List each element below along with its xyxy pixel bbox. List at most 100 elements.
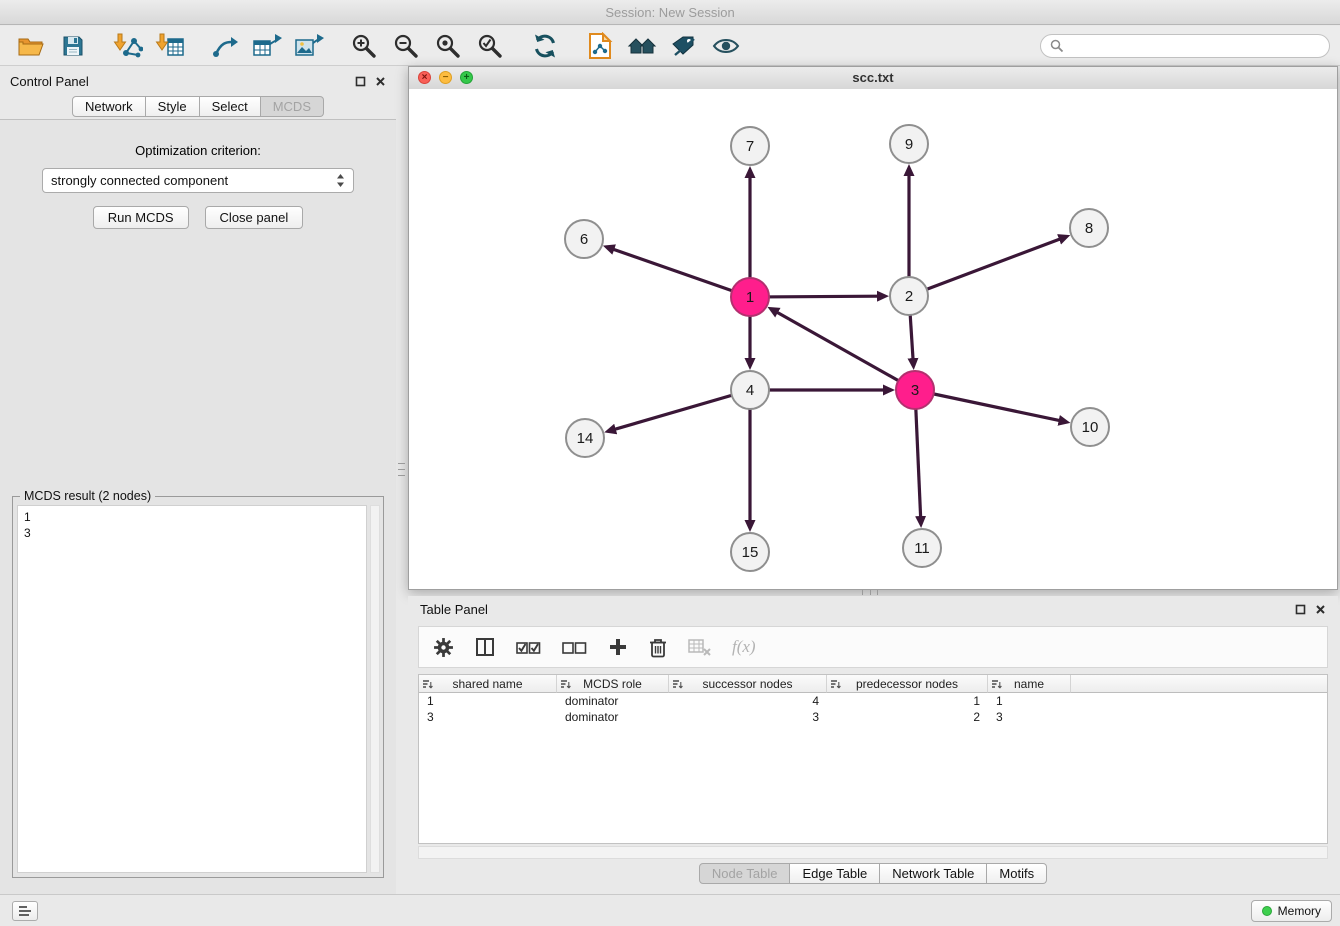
column-header-mcds-role[interactable]: MCDS role bbox=[557, 675, 669, 693]
home-button[interactable] bbox=[621, 29, 663, 63]
table-panel-title: Table Panel bbox=[420, 602, 488, 617]
tab-edge-table[interactable]: Edge Table bbox=[790, 863, 880, 884]
table-cell[interactable]: 3 bbox=[419, 710, 557, 724]
search-box[interactable] bbox=[1040, 34, 1330, 58]
column-header-predecessor-nodes[interactable]: predecessor nodes bbox=[827, 675, 988, 693]
zoom-window-button[interactable]: + bbox=[460, 71, 473, 84]
node-15[interactable]: 15 bbox=[731, 533, 769, 571]
node-9[interactable]: 9 bbox=[890, 125, 928, 163]
function-builder-button[interactable]: f(x) bbox=[732, 637, 756, 657]
edge-3-1[interactable] bbox=[777, 312, 915, 390]
trash-icon bbox=[649, 637, 667, 658]
table-row[interactable]: 3dominator323 bbox=[419, 709, 1327, 725]
svg-text:15: 15 bbox=[742, 544, 759, 561]
close-control-panel-button[interactable] bbox=[375, 76, 386, 87]
select-all-columns-button[interactable] bbox=[516, 639, 541, 656]
table-row[interactable]: 1dominator411 bbox=[419, 693, 1327, 709]
network-window-titlebar[interactable]: × − + scc.txt bbox=[409, 67, 1337, 90]
new-network-button[interactable] bbox=[204, 29, 246, 63]
table-cell[interactable]: 3 bbox=[988, 710, 1071, 724]
table-cell[interactable]: 2 bbox=[827, 710, 988, 724]
float-control-panel-button[interactable] bbox=[355, 76, 366, 87]
zoom-fit-button[interactable] bbox=[427, 29, 469, 63]
search-input[interactable] bbox=[1070, 38, 1320, 54]
edge-3-10[interactable] bbox=[915, 390, 1060, 421]
clear-table-button[interactable] bbox=[688, 638, 711, 656]
export-table-button[interactable] bbox=[246, 29, 288, 63]
node-4[interactable]: 4 bbox=[731, 371, 769, 409]
save-session-button[interactable] bbox=[52, 29, 94, 63]
deselect-all-columns-button[interactable] bbox=[562, 639, 587, 656]
zoom-out-button[interactable] bbox=[385, 29, 427, 63]
edge-1-6[interactable] bbox=[613, 249, 750, 297]
memory-button[interactable]: Memory bbox=[1251, 900, 1332, 922]
horizontal-splitter-grip[interactable] bbox=[862, 590, 878, 595]
float-window-icon bbox=[1295, 604, 1306, 615]
svg-text:10: 10 bbox=[1082, 419, 1099, 436]
node-8[interactable]: 8 bbox=[1070, 209, 1108, 247]
node-6[interactable]: 6 bbox=[565, 220, 603, 258]
table-cell[interactable]: 3 bbox=[669, 710, 827, 724]
table-cell[interactable]: 1 bbox=[988, 694, 1071, 708]
node-7[interactable]: 7 bbox=[731, 127, 769, 165]
table-horizontal-scrollbar[interactable] bbox=[418, 846, 1328, 859]
column-header-shared-name[interactable]: shared name bbox=[419, 675, 557, 693]
show-details-button[interactable] bbox=[705, 29, 747, 63]
import-network-button[interactable] bbox=[107, 29, 149, 63]
node-10[interactable]: 10 bbox=[1071, 408, 1109, 446]
annotations-button[interactable] bbox=[663, 29, 705, 63]
window-titlebar[interactable]: Session: New Session bbox=[0, 0, 1340, 25]
node-3[interactable]: 3 bbox=[896, 371, 934, 409]
close-table-panel-button[interactable] bbox=[1315, 604, 1326, 615]
column-header-name[interactable]: name bbox=[988, 675, 1071, 693]
tab-motifs[interactable]: Motifs bbox=[987, 863, 1047, 884]
tab-style[interactable]: Style bbox=[146, 96, 200, 117]
tab-node-table[interactable]: Node Table bbox=[699, 863, 791, 884]
node-14[interactable]: 14 bbox=[566, 419, 604, 457]
import-table-button[interactable] bbox=[149, 29, 191, 63]
status-bar: Memory bbox=[0, 894, 1340, 926]
table-cell[interactable]: 1 bbox=[827, 694, 988, 708]
mcds-result-box: MCDS result (2 nodes) 13 bbox=[12, 496, 384, 878]
refresh-view-button[interactable] bbox=[524, 29, 566, 63]
node-2[interactable]: 2 bbox=[890, 277, 928, 315]
tab-network-table[interactable]: Network Table bbox=[880, 863, 987, 884]
tab-network[interactable]: Network bbox=[72, 96, 146, 117]
close-window-button[interactable]: × bbox=[418, 71, 431, 84]
vertical-splitter-grip[interactable] bbox=[398, 463, 405, 476]
zoom-selected-button[interactable] bbox=[469, 29, 511, 63]
close-panel-button[interactable]: Close panel bbox=[205, 206, 304, 229]
add-column-button[interactable] bbox=[608, 637, 628, 657]
run-mcds-button[interactable]: Run MCDS bbox=[93, 206, 189, 229]
export-image-button[interactable] bbox=[288, 29, 330, 63]
table-cell[interactable]: 4 bbox=[669, 694, 827, 708]
optimization-criterion-label: Optimization criterion: bbox=[0, 143, 396, 158]
zoom-in-button[interactable] bbox=[343, 29, 385, 63]
table-cell[interactable]: dominator bbox=[557, 710, 669, 724]
tab-select[interactable]: Select bbox=[200, 96, 261, 117]
column-header-label: MCDS role bbox=[583, 677, 642, 691]
float-table-panel-button[interactable] bbox=[1295, 604, 1306, 615]
network-view-window: × − + scc.txt 7 9 6 8 1 2 4 3 14 10 15 11 bbox=[408, 66, 1338, 590]
console-button[interactable] bbox=[12, 901, 38, 921]
column-header-successor-nodes[interactable]: successor nodes bbox=[669, 675, 827, 693]
edge-4-14[interactable] bbox=[615, 390, 750, 429]
table-cell[interactable]: dominator bbox=[557, 694, 669, 708]
edge-2-8[interactable] bbox=[909, 239, 1060, 296]
minimize-window-button[interactable]: − bbox=[439, 71, 452, 84]
window-controls: × − + bbox=[418, 71, 473, 84]
network-canvas[interactable]: 7 9 6 8 1 2 4 3 14 10 15 11 bbox=[409, 89, 1337, 589]
clone-network-button[interactable] bbox=[579, 29, 621, 63]
import-table-icon bbox=[155, 33, 185, 59]
delete-columns-button[interactable] bbox=[649, 637, 667, 658]
node-1[interactable]: 1 bbox=[731, 278, 769, 316]
result-scrollbar[interactable] bbox=[370, 505, 380, 873]
table-settings-button[interactable] bbox=[433, 637, 454, 658]
zoom-in-icon bbox=[351, 33, 377, 59]
tab-mcds[interactable]: MCDS bbox=[261, 96, 324, 117]
optimization-criterion-select[interactable]: strongly connected component bbox=[42, 168, 354, 193]
show-columns-button[interactable] bbox=[475, 637, 495, 657]
node-11[interactable]: 11 bbox=[903, 529, 941, 567]
open-session-button[interactable] bbox=[10, 29, 52, 63]
table-cell[interactable]: 1 bbox=[419, 694, 557, 708]
